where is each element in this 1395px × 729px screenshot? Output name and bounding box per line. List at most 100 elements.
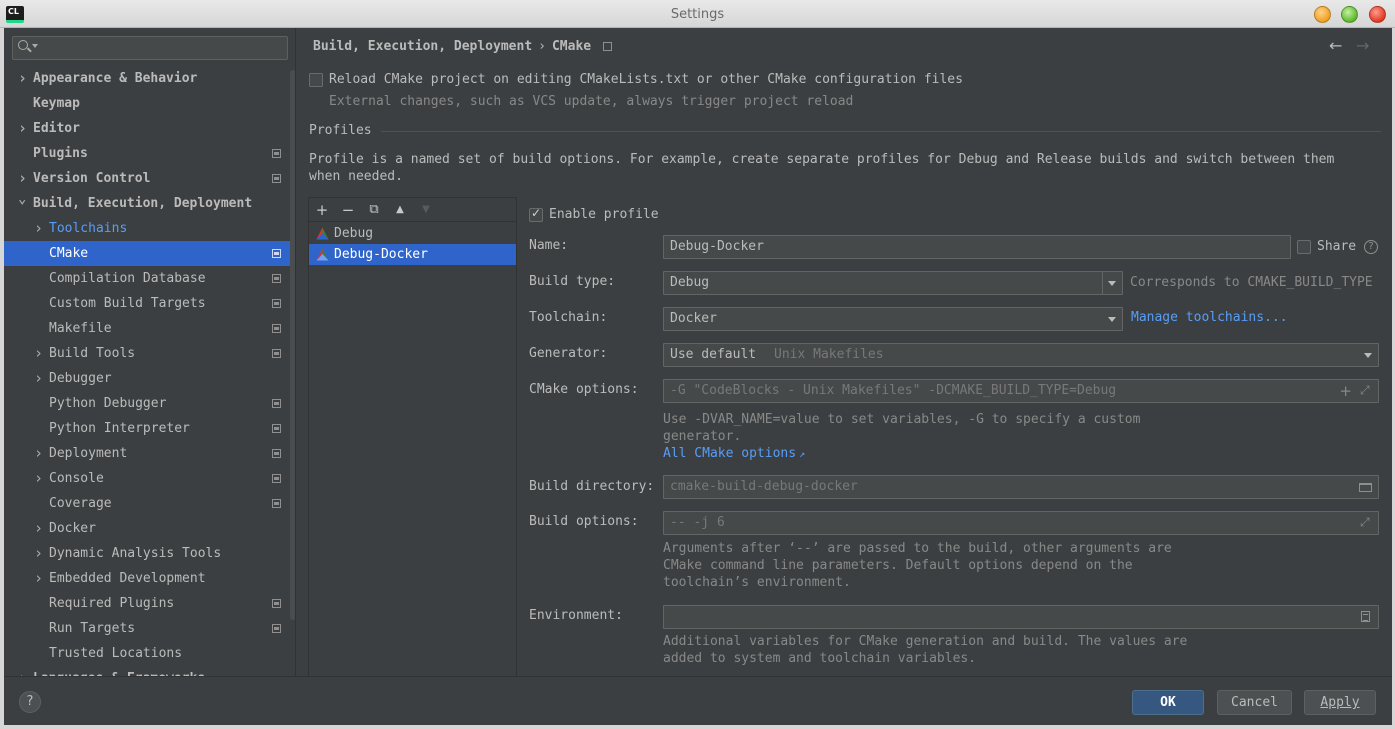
help-button[interactable]: ? (19, 691, 41, 713)
sidebar-item-build-tools[interactable]: › Build Tools (4, 341, 295, 366)
chevron-right-icon[interactable]: › (18, 116, 28, 141)
chevron-right-icon[interactable]: › (18, 66, 28, 91)
sidebar-item-build-execution-deployment[interactable]: ⌄ Build, Execution, Deployment (4, 191, 295, 216)
chevron-right-icon[interactable]: › (34, 366, 44, 391)
sidebar-item-coverage[interactable]: Coverage (4, 491, 295, 516)
cancel-button[interactable]: Cancel (1217, 690, 1292, 715)
project-scope-icon (272, 424, 281, 433)
cmake-options-input[interactable]: -G "CodeBlocks - Unix Makefiles" -DCMAKE… (663, 379, 1379, 403)
add-option-icon[interactable]: + (1339, 382, 1352, 400)
move-down-button[interactable]: ▼ (416, 201, 436, 219)
reload-cmake-label[interactable]: Reload CMake project on editing CMakeLis… (329, 72, 963, 87)
cmake-triangle-icon (316, 227, 329, 240)
reload-cmake-checkbox[interactable] (309, 73, 323, 87)
sidebar-item-trusted-locations[interactable]: Trusted Locations (4, 641, 295, 666)
generator-combo[interactable]: Use default Unix Makefiles (663, 343, 1379, 367)
project-scope-icon (603, 42, 613, 51)
build-directory-input[interactable]: cmake-build-debug-docker (663, 475, 1379, 499)
breadcrumb-parent[interactable]: Build, Execution, Deployment (313, 39, 532, 54)
share-label[interactable]: Share (1317, 239, 1356, 254)
settings-search-input[interactable] (12, 36, 288, 60)
profiles-list-panel: + − ⧉ ▲ ▼ Debug Debug-Docker (308, 197, 517, 676)
sidebar-item-label: Docker (49, 521, 96, 536)
sidebar-item-cmake[interactable]: CMake (4, 241, 295, 266)
chevron-right-icon[interactable]: › (34, 566, 44, 591)
sidebar-item-appearance-behavior[interactable]: › Appearance & Behavior (4, 66, 295, 91)
move-up-button[interactable]: ▲ (390, 201, 410, 219)
project-scope-icon (272, 449, 281, 458)
share-help-icon[interactable]: ? (1364, 240, 1378, 254)
expand-icon[interactable]: ⤢ (1360, 384, 1371, 396)
sidebar-item-plugins[interactable]: Plugins (4, 141, 295, 166)
chevron-right-icon[interactable]: › (18, 666, 28, 676)
chevron-down-icon[interactable] (1108, 317, 1116, 322)
sidebar-item-required-plugins[interactable]: Required Plugins (4, 591, 295, 616)
sidebar-item-label: Run Targets (49, 621, 136, 636)
back-arrow-icon[interactable]: ← (1329, 36, 1342, 55)
sidebar-item-keymap[interactable]: Keymap (4, 91, 295, 116)
environment-help-line2: added to system and toolchain variables. (663, 651, 977, 666)
chevron-right-icon[interactable]: › (34, 341, 44, 366)
expand-icon[interactable]: ⤢ (1360, 516, 1371, 528)
sidebar-item-deployment[interactable]: › Deployment (4, 441, 295, 466)
chevron-right-icon[interactable]: › (34, 541, 44, 566)
chevron-right-icon[interactable]: › (34, 216, 44, 241)
all-cmake-options-link[interactable]: All CMake options ↗ (663, 446, 805, 461)
chevron-down-icon[interactable]: ⌄ (18, 187, 28, 212)
project-scope-icon (272, 149, 281, 158)
add-profile-button[interactable]: + (312, 201, 332, 219)
sidebar-item-docker[interactable]: › Docker (4, 516, 295, 541)
enable-profile-checkbox[interactable] (529, 206, 543, 222)
environment-input[interactable] (663, 605, 1379, 629)
chevron-right-icon[interactable]: › (34, 441, 44, 466)
sidebar-item-embedded-development[interactable]: › Embedded Development (4, 566, 295, 591)
close-button[interactable] (1369, 6, 1386, 23)
share-checkbox[interactable] (1297, 240, 1311, 254)
chevron-down-icon[interactable] (1364, 353, 1372, 358)
chevron-right-icon[interactable]: › (34, 516, 44, 541)
profile-item-debug-docker[interactable]: Debug-Docker (309, 244, 516, 265)
sidebar-item-version-control[interactable]: › Version Control (4, 166, 295, 191)
copy-profile-button[interactable]: ⧉ (364, 201, 384, 219)
ok-button[interactable]: OK (1132, 690, 1204, 715)
sidebar-item-toolchains[interactable]: › Toolchains (4, 216, 295, 241)
maximize-button[interactable] (1341, 6, 1358, 23)
chevron-right-icon[interactable]: › (34, 466, 44, 491)
profiles-description-line2: when needed. (309, 169, 403, 184)
sidebar-item-label: Editor (33, 121, 80, 136)
sidebar-item-python-debugger[interactable]: Python Debugger (4, 391, 295, 416)
build-type-value: Debug (670, 275, 710, 290)
sidebar-item-run-targets[interactable]: Run Targets (4, 616, 295, 641)
folder-icon[interactable] (1359, 483, 1372, 492)
sidebar-item-languages-frameworks[interactable]: › Languages & Frameworks (4, 666, 295, 676)
sidebar-scrollbar[interactable] (290, 70, 295, 620)
remove-profile-button[interactable]: − (338, 201, 358, 219)
manage-toolchains-link[interactable]: Manage toolchains... (1131, 310, 1288, 325)
sidebar-item-dynamic-analysis-tools[interactable]: › Dynamic Analysis Tools (4, 541, 295, 566)
profile-name: Debug-Docker (334, 247, 428, 262)
profile-name-input[interactable]: Debug-Docker (663, 235, 1291, 259)
search-history-dropdown-icon[interactable] (32, 44, 38, 48)
project-scope-icon (272, 599, 281, 608)
profiles-description-line1: Profile is a named set of build options.… (309, 152, 1335, 167)
sidebar-item-console[interactable]: › Console (4, 466, 295, 491)
forward-arrow-icon[interactable]: → (1356, 36, 1369, 55)
sidebar-item-custom-build-targets[interactable]: Custom Build Targets (4, 291, 295, 316)
apply-button[interactable]: Apply (1304, 690, 1376, 715)
edit-environment-icon[interactable] (1361, 611, 1370, 622)
sidebar-item-python-interpreter[interactable]: Python Interpreter (4, 416, 295, 441)
sidebar-item-debugger[interactable]: › Debugger (4, 366, 295, 391)
enable-profile-label[interactable]: Enable profile (549, 207, 659, 222)
profiles-section-divider (381, 131, 1381, 132)
sidebar-item-editor[interactable]: › Editor (4, 116, 295, 141)
sidebar-item-compilation-database[interactable]: Compilation Database (4, 266, 295, 291)
sidebar-item-label: Required Plugins (49, 596, 175, 611)
toolchain-combo[interactable]: Docker (663, 307, 1123, 331)
build-type-combo[interactable]: Debug (663, 271, 1123, 295)
generator-hint: Unix Makefiles (774, 347, 884, 362)
build-type-dropdown-button[interactable] (1102, 272, 1122, 294)
minimize-button[interactable] (1314, 6, 1331, 23)
profile-item-debug[interactable]: Debug (309, 223, 516, 244)
sidebar-item-makefile[interactable]: Makefile (4, 316, 295, 341)
build-options-input[interactable]: -- -j 6 ⤢ (663, 511, 1379, 535)
